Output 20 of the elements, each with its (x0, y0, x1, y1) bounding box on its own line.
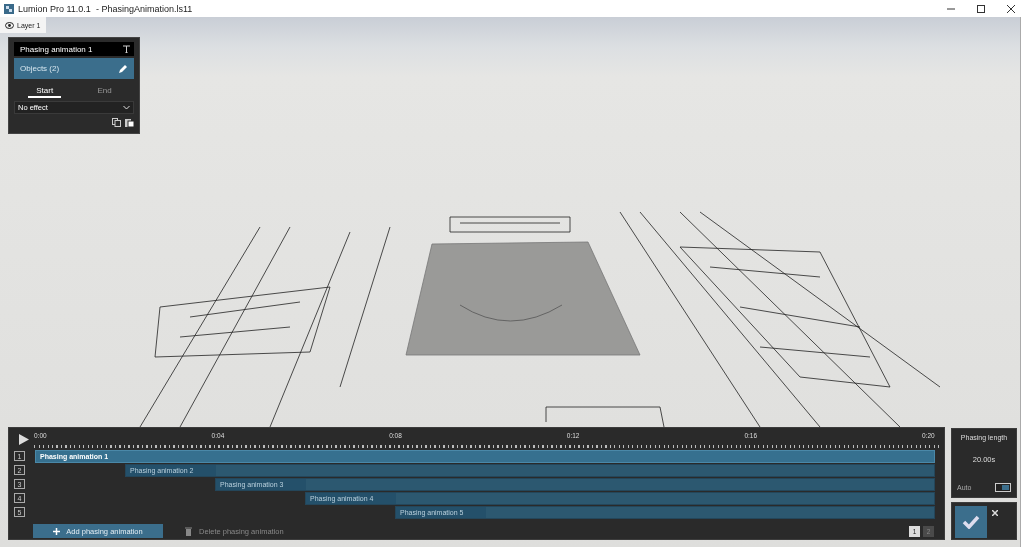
auto-toggle[interactable] (995, 483, 1011, 492)
play-icon (18, 433, 29, 445)
name-field[interactable]: Phasing animation 1 (14, 42, 134, 56)
window-title: Lumion Pro 11.0.1 - PhasingAnimation.ls11 (18, 3, 194, 14)
tab[interactable]: Start (28, 84, 62, 98)
close-icon (992, 510, 998, 516)
checkmark-icon (962, 515, 980, 529)
confirm-button[interactable] (955, 506, 987, 538)
maximize-icon (977, 4, 985, 13)
tab[interactable]: End (89, 84, 120, 98)
trash-icon (185, 526, 192, 536)
paste-icon[interactable] (125, 118, 134, 127)
text-icon (123, 45, 130, 53)
copy-icon[interactable] (112, 118, 121, 127)
close-icon (1007, 4, 1015, 13)
chevron-down-icon (123, 105, 130, 110)
app-logo-icon (4, 3, 14, 14)
pencil-icon (118, 63, 128, 74)
objects-button[interactable]: Objects (2) (14, 58, 134, 79)
plus-icon (53, 527, 61, 535)
